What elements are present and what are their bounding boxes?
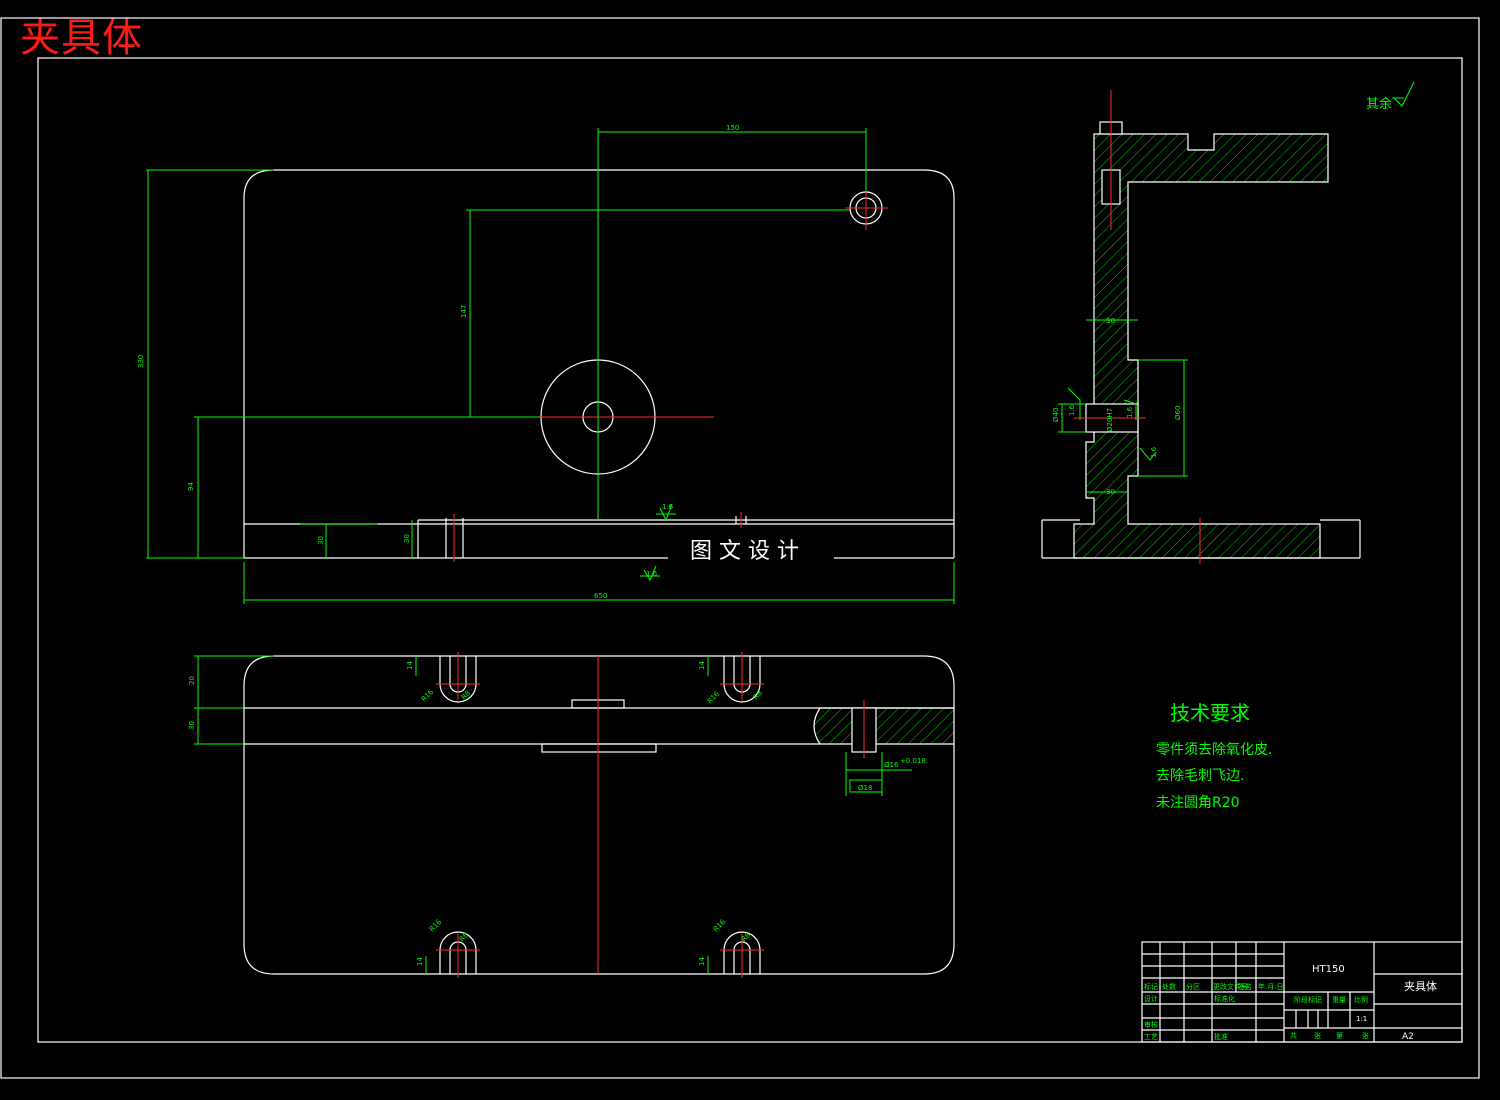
svg-text:第: 第 <box>1336 1031 1343 1040</box>
roughness-a: 1.6 <box>662 503 674 511</box>
svg-text:30: 30 <box>1106 317 1115 325</box>
svg-text:标准化: 标准化 <box>1214 994 1235 1003</box>
plan-section-hatch <box>813 707 955 745</box>
svg-text:14: 14 <box>698 661 706 670</box>
svg-text:分区: 分区 <box>1186 982 1200 991</box>
dim-slot-depth: 30 <box>317 536 325 545</box>
svg-text:14: 14 <box>698 957 706 966</box>
roughness-symbol-icon <box>1392 81 1415 107</box>
part-name: 夹具体 <box>1404 979 1437 993</box>
svg-text:年.月.日: 年.月.日 <box>1258 982 1283 991</box>
svg-text:比例: 比例 <box>1354 995 1368 1004</box>
svg-text:14: 14 <box>416 957 424 966</box>
plan-dimensions: 20 30 14 14 14 14 R16 R8 R16 R8 R16 R8 R… <box>188 655 926 974</box>
svg-text:R16: R16 <box>428 918 444 934</box>
svg-text:Ø60: Ø60 <box>1174 406 1182 420</box>
dim-overall-width: 650 <box>594 592 607 600</box>
cad-drawing: 150 147 330 94 30 30 650 1.6 1.6 图 文 设 计 <box>0 17 1480 1079</box>
svg-text:1.6: 1.6 <box>1126 406 1134 418</box>
material: HT150 <box>1312 964 1345 975</box>
watermark: 图 文 设 计 <box>690 539 799 564</box>
svg-text:R16: R16 <box>420 688 436 704</box>
side-view: 30 Ø60 Ø40 Ø20H7 30 1.6 1.6 1.6 <box>1041 90 1361 564</box>
dim-slot-depth-2: 30 <box>403 534 411 543</box>
svg-text:Ø20H7: Ø20H7 <box>1106 408 1114 432</box>
svg-text:批准: 批准 <box>1214 1032 1228 1041</box>
dim-center-height: 94 <box>187 482 195 491</box>
front-view <box>243 169 955 562</box>
technical-requirements: 技术要求 零件须去除氧化皮. 去除毛刺飞边. 未注圆角R20 <box>1156 701 1272 811</box>
tech-heading: 技术要求 <box>1170 701 1250 725</box>
svg-text:1.6: 1.6 <box>1150 446 1158 458</box>
svg-text:设计: 设计 <box>1144 994 1158 1003</box>
scale: 1:1 <box>1356 1015 1367 1023</box>
svg-text:张: 张 <box>1314 1031 1321 1040</box>
svg-text:30: 30 <box>1106 488 1115 496</box>
svg-text:阶段标记: 阶段标记 <box>1294 995 1322 1004</box>
svg-text:20: 20 <box>188 676 196 685</box>
svg-text:14: 14 <box>406 661 414 670</box>
svg-text:30: 30 <box>188 721 196 730</box>
svg-text:R16: R16 <box>712 918 728 934</box>
tech-item: 未注圆角R20 <box>1156 795 1240 811</box>
svg-text:审核: 审核 <box>1144 1020 1158 1029</box>
svg-text:R16: R16 <box>706 690 722 706</box>
plan-view <box>243 652 955 978</box>
svg-text:Ø18: Ø18 <box>858 784 872 792</box>
sheet-size: A2 <box>1402 1032 1414 1042</box>
svg-text:+0.018: +0.018 <box>900 757 926 765</box>
svg-text:1.6: 1.6 <box>1068 404 1076 416</box>
svg-text:Ø16: Ø16 <box>884 761 899 769</box>
front-dimensions: 150 147 330 94 30 30 650 1.6 1.6 <box>137 124 955 604</box>
dim-overall-height: 330 <box>137 355 145 368</box>
title-block: HT150 夹具体 1:1 A2 标记 处数 分区 更改文件号 签名 年.月.日… <box>1141 941 1463 1043</box>
dim-hole-offset: 147 <box>460 305 468 318</box>
roughness-b: 1.6 <box>646 570 658 578</box>
svg-text:签名: 签名 <box>1238 982 1252 991</box>
svg-text:Ø40: Ø40 <box>1052 408 1060 422</box>
svg-text:处数: 处数 <box>1162 982 1176 991</box>
tech-item: 去除毛刺飞边. <box>1156 768 1244 784</box>
svg-text:R8: R8 <box>752 689 764 701</box>
svg-text:标记: 标记 <box>1144 982 1158 991</box>
dim-top-width: 150 <box>726 124 739 132</box>
tech-item: 零件须去除氧化皮. <box>1156 742 1272 758</box>
svg-text:张: 张 <box>1362 1031 1369 1040</box>
svg-text:共: 共 <box>1290 1031 1297 1040</box>
front-body-outline <box>243 169 955 520</box>
svg-text:工艺: 工艺 <box>1144 1033 1158 1041</box>
roughness-note: 其余 <box>1366 96 1392 112</box>
svg-text:重量: 重量 <box>1332 996 1346 1004</box>
